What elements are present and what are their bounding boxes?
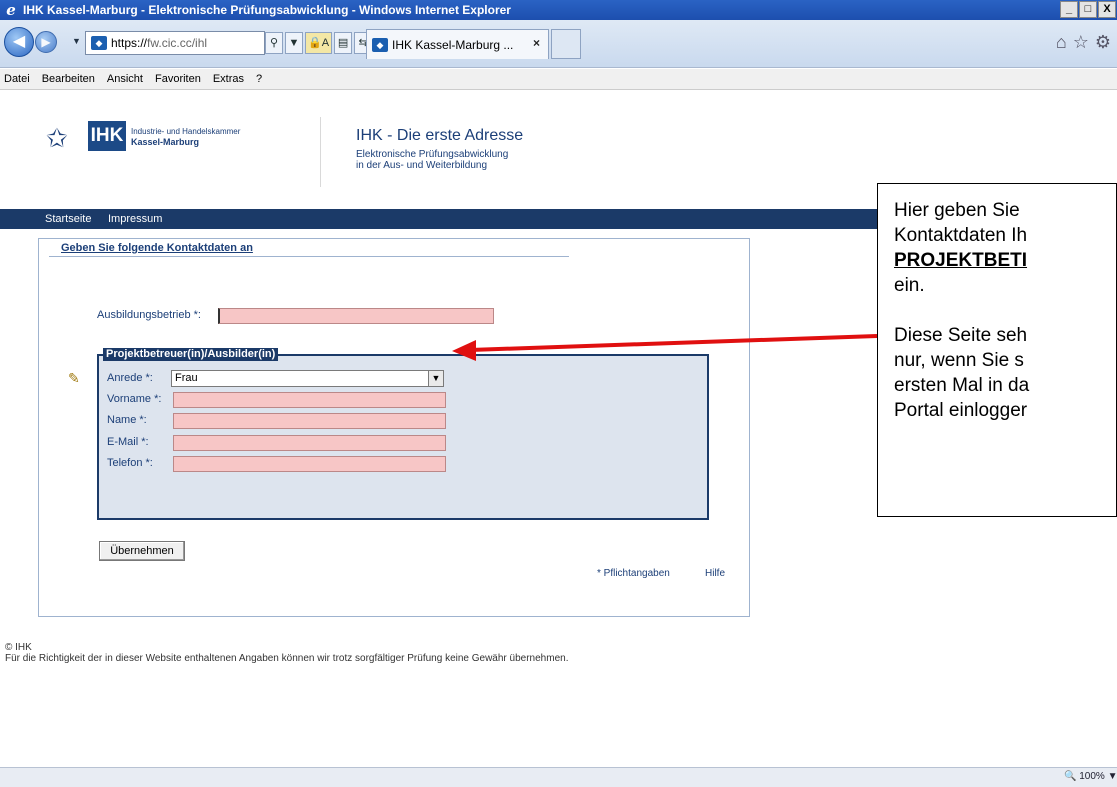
- menu-view[interactable]: Ansicht: [107, 73, 143, 85]
- callout-line-3: PROJEKTBETI: [894, 250, 1028, 271]
- callout-line-7: ersten Mal in da: [894, 375, 1030, 396]
- search-icon[interactable]: ⚲: [265, 32, 283, 54]
- menu-tools[interactable]: Extras: [213, 73, 244, 85]
- callout-line-2: Kontaktdaten Ih: [894, 225, 1028, 246]
- callout-line-8: Portal einlogger: [894, 400, 1028, 421]
- zoom-icon: 🔍: [1064, 771, 1077, 782]
- company-label: Ausbildungsbetrieb *:: [97, 309, 201, 321]
- menu-file[interactable]: Datei: [4, 73, 30, 85]
- ihk-logo-text: Industrie- und Handelskammer Kassel-Marb…: [131, 127, 240, 148]
- form-heading-divider: [49, 256, 569, 257]
- zoom-level: 100%: [1079, 771, 1105, 782]
- forward-button[interactable]: ▶: [35, 31, 57, 53]
- url-host: fw.cic.cc/ihl: [147, 36, 208, 50]
- submit-button[interactable]: Übernehmen: [99, 541, 185, 561]
- lock-icon[interactable]: 🔒A: [305, 32, 333, 54]
- menu-bar: Datei Bearbeiten Ansicht Favoriten Extra…: [0, 69, 1117, 90]
- new-tab-button[interactable]: [551, 29, 581, 59]
- phone-input[interactable]: [173, 456, 446, 472]
- navigation-bar: ◀ ▶ ▼ ◆ https://fw.cic.cc/ihl ⚲ ▼ 🔒A ▤ ⇆…: [0, 20, 1117, 68]
- status-bar: 🔍 100% ▼: [0, 767, 1117, 787]
- internet-explorer-icon: e: [6, 1, 16, 19]
- menu-favorites[interactable]: Favoriten: [155, 73, 201, 85]
- tab-close-icon[interactable]: ×: [533, 36, 540, 50]
- phone-label: Telefon *:: [107, 457, 153, 469]
- ihk-logo-figure-icon: ✩: [46, 123, 68, 153]
- address-tools: ⚲ ▼ 🔒A ▤ ⇆: [265, 31, 373, 55]
- disclaimer: Für die Richtigkeit der in dieser Websit…: [5, 653, 569, 664]
- url-scheme: https://: [111, 36, 148, 50]
- form-heading: Geben Sie folgende Kontaktdaten an: [61, 242, 253, 254]
- zoom-dropdown-icon[interactable]: ▼: [1108, 771, 1117, 782]
- contact-form-panel: Geben Sie folgende Kontaktdaten an Ausbi…: [38, 238, 750, 617]
- logo-line-1: Industrie- und Handelskammer: [131, 127, 241, 136]
- subtitle-line-1: Elektronische Prüfungsabwicklung: [356, 149, 509, 160]
- footer: © IHK Für die Richtigkeit der in dieser …: [5, 642, 568, 664]
- logo-line-2: Kassel-Marburg: [131, 137, 200, 147]
- lock-label: A: [321, 37, 330, 49]
- window-title-bar: e IHK Kassel-Marburg - Elektronische Prü…: [0, 0, 1117, 20]
- lastname-input[interactable]: [173, 413, 446, 429]
- callout-line-5: Diese Seite seh: [894, 325, 1028, 346]
- annotation-callout: Hier geben Sie Kontaktdaten Ih PROJEKTBE…: [877, 183, 1117, 517]
- callout-gap: [894, 298, 1116, 323]
- menu-edit[interactable]: Bearbeiten: [42, 73, 95, 85]
- firstname-input[interactable]: [173, 392, 446, 408]
- compatibility-icon[interactable]: ▤: [334, 32, 353, 54]
- supervisor-fieldset: Projektbetreuer(in)/Ausbilder(in) Anrede…: [97, 348, 709, 520]
- help-link[interactable]: Hilfe: [705, 568, 725, 579]
- favorites-star-icon[interactable]: ☆: [1073, 32, 1089, 53]
- supervisor-legend: Projektbetreuer(in)/Ausbilder(in): [103, 348, 279, 361]
- callout-line-1: Hier geben Sie: [894, 200, 1020, 221]
- salutation-value: Frau: [175, 372, 198, 384]
- ihk-logo: IHK: [88, 121, 126, 151]
- history-dropdown-icon[interactable]: ▼: [72, 36, 81, 46]
- zoom-control[interactable]: 🔍 100% ▼: [1064, 771, 1117, 785]
- copyright: © IHK: [5, 642, 32, 653]
- subtitle-line-2: in der Aus- und Weiterbildung: [356, 160, 488, 171]
- page-title: IHK - Die erste Adresse: [356, 127, 524, 144]
- toolbar-right-icons: ⌂ ☆ ⚙: [1056, 32, 1111, 53]
- back-button[interactable]: ◀: [4, 27, 34, 57]
- company-input[interactable]: [218, 308, 494, 324]
- required-fields-note: * Pflichtangaben: [597, 568, 670, 579]
- email-label: E-Mail *:: [107, 436, 149, 448]
- salutation-select[interactable]: Frau ▼: [171, 370, 444, 387]
- firstname-label: Vorname *:: [107, 393, 162, 405]
- tab-favicon-icon: ◆: [372, 37, 388, 52]
- chevron-down-icon[interactable]: ▼: [428, 371, 443, 386]
- salutation-label: Anrede *:: [107, 372, 153, 384]
- address-dropdown-icon[interactable]: ▼: [285, 32, 303, 54]
- close-window-button[interactable]: X: [1098, 1, 1116, 18]
- site-favicon-icon: ◆: [91, 36, 107, 50]
- nav-imprint-link[interactable]: Impressum: [108, 213, 162, 225]
- header-divider: [320, 117, 321, 187]
- address-bar[interactable]: ◆ https://fw.cic.cc/ihl: [85, 31, 265, 55]
- home-icon[interactable]: ⌂: [1056, 32, 1067, 53]
- gear-icon[interactable]: ⚙: [1095, 32, 1111, 53]
- page-subtitle: Elektronische Prüfungsabwicklung in der …: [356, 149, 508, 171]
- callout-line-6: nur, wenn Sie s: [894, 350, 1024, 371]
- lastname-label: Name *:: [107, 414, 147, 426]
- tab-label: IHK Kassel-Marburg ...: [392, 37, 514, 52]
- nav-home-link[interactable]: Startseite: [45, 213, 91, 225]
- edit-pencil-icon: ✎: [68, 370, 80, 386]
- window-controls: _ □ X: [1060, 1, 1117, 18]
- email-input[interactable]: [173, 435, 446, 451]
- menu-help[interactable]: ?: [256, 73, 262, 85]
- window-title: IHK Kassel-Marburg - Elektronische Prüfu…: [23, 3, 511, 17]
- callout-line-4: ein.: [894, 275, 925, 296]
- minimize-button[interactable]: _: [1060, 1, 1078, 18]
- browser-tab[interactable]: ◆ IHK Kassel-Marburg ... ×: [366, 29, 549, 59]
- maximize-button[interactable]: □: [1079, 1, 1097, 18]
